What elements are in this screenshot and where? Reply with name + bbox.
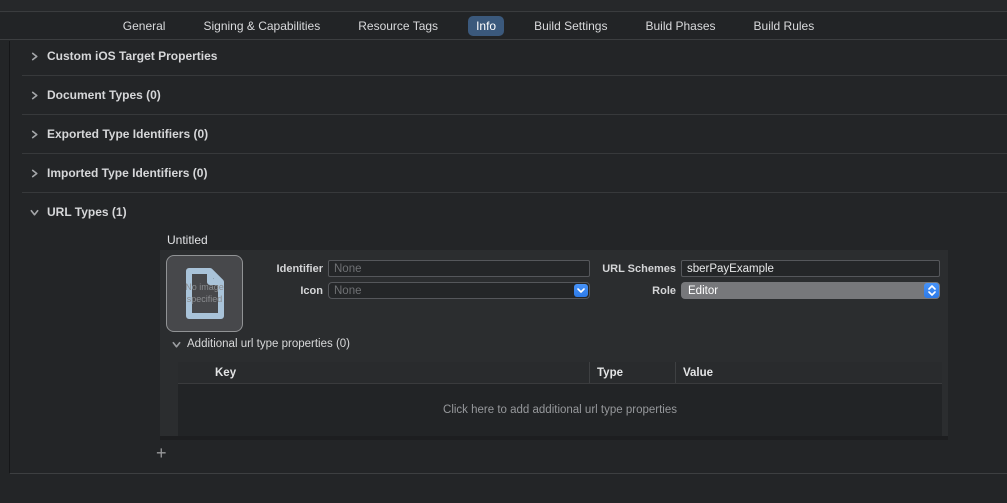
tab-build-phases[interactable]: Build Phases bbox=[637, 16, 723, 36]
column-header-value: Value bbox=[675, 362, 942, 383]
section-document-types[interactable]: Document Types (0) bbox=[10, 76, 1007, 114]
role-label: Role bbox=[580, 285, 676, 297]
tab-resource-tags[interactable]: Resource Tags bbox=[350, 16, 446, 36]
tab-general[interactable]: General bbox=[115, 16, 174, 36]
section-imported-type-identifiers[interactable]: Imported Type Identifiers (0) bbox=[10, 154, 1007, 192]
target-settings-tab-bar: General Signing & Capabilities Resource … bbox=[0, 13, 1007, 40]
section-label: Custom iOS Target Properties bbox=[47, 49, 217, 63]
additional-properties-header[interactable]: Additional url type properties (0) bbox=[172, 338, 350, 350]
tab-info[interactable]: Info bbox=[468, 16, 504, 36]
add-url-type-button[interactable]: + bbox=[156, 445, 176, 463]
up-down-chevrons-icon bbox=[924, 283, 939, 298]
empty-table-hint: Click here to add additional url type pr… bbox=[443, 404, 677, 416]
url-type-card: No image specified Identifier Icon None … bbox=[160, 250, 948, 440]
url-type-image-well[interactable]: No image specified bbox=[166, 255, 243, 332]
chevron-down-icon bbox=[30, 208, 39, 217]
section-custom-ios-target-properties[interactable]: Custom iOS Target Properties bbox=[10, 37, 1007, 75]
chevron-right-icon bbox=[30, 169, 39, 178]
table-header-row: Key Type Value bbox=[178, 362, 942, 384]
section-exported-type-identifiers[interactable]: Exported Type Identifiers (0) bbox=[10, 115, 1007, 153]
column-header-type: Type bbox=[589, 362, 675, 383]
column-header-key: Key bbox=[178, 367, 589, 379]
toolbar-bottom-edge bbox=[0, 0, 1007, 12]
url-schemes-input[interactable] bbox=[681, 260, 940, 277]
icon-combo-placeholder: None bbox=[334, 285, 362, 297]
url-schemes-label: URL Schemes bbox=[580, 263, 676, 275]
section-label: URL Types (1) bbox=[47, 205, 127, 219]
icon-label: Icon bbox=[250, 285, 323, 297]
url-type-name: Untitled bbox=[167, 233, 1007, 248]
role-selected-value: Editor bbox=[688, 285, 718, 297]
chevron-right-icon bbox=[30, 130, 39, 139]
chevron-right-icon bbox=[30, 91, 39, 100]
section-label: Imported Type Identifiers (0) bbox=[47, 166, 207, 180]
icon-combo-box[interactable]: None bbox=[328, 282, 590, 299]
info-sections: Custom iOS Target Properties Document Ty… bbox=[10, 37, 1007, 463]
section-label: Exported Type Identifiers (0) bbox=[47, 127, 208, 141]
section-url-types[interactable]: URL Types (1) bbox=[10, 193, 1007, 231]
identifier-label: Identifier bbox=[250, 263, 323, 275]
card-scrollbar-track bbox=[160, 436, 948, 440]
chevron-down-icon bbox=[172, 340, 181, 349]
tab-build-rules[interactable]: Build Rules bbox=[746, 16, 823, 36]
identifier-input[interactable] bbox=[328, 260, 590, 277]
bottom-divider bbox=[10, 473, 1007, 474]
tab-build-settings[interactable]: Build Settings bbox=[526, 16, 615, 36]
additional-properties-table: Key Type Value Click here to add additio… bbox=[178, 362, 942, 436]
tab-signing-capabilities[interactable]: Signing & Capabilities bbox=[195, 16, 328, 36]
chevron-right-icon bbox=[30, 52, 39, 61]
role-popup-button[interactable]: Editor bbox=[681, 282, 940, 299]
add-properties-empty-area[interactable]: Click here to add additional url type pr… bbox=[178, 384, 942, 436]
section-label: Document Types (0) bbox=[47, 88, 161, 102]
additional-properties-label: Additional url type properties (0) bbox=[187, 338, 350, 350]
image-well-placeholder: No image specified bbox=[178, 282, 232, 305]
